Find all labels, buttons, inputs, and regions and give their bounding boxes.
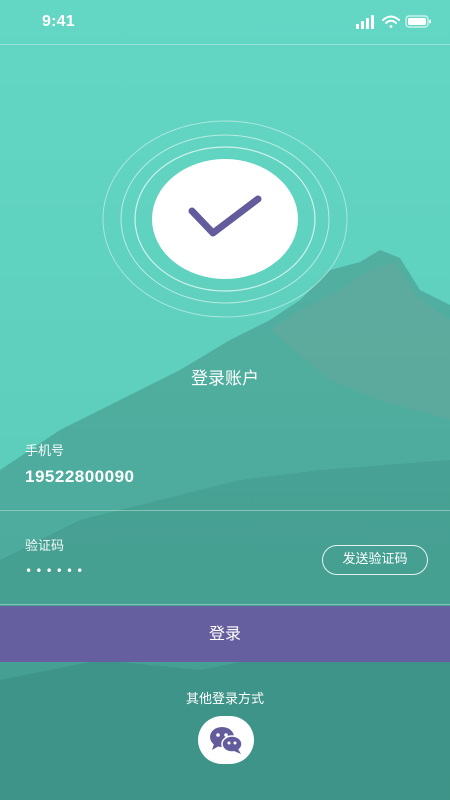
status-bar: 9:41 — [0, 0, 450, 44]
signal-bars-icon — [356, 15, 374, 29]
page-title: 登录账户 — [191, 369, 259, 389]
status-time: 9:41 — [42, 13, 75, 30]
phone-field-divider — [0, 510, 450, 511]
header-divider — [0, 44, 450, 45]
phone-input[interactable]: 19522800090 — [25, 467, 135, 487]
logo — [100, 119, 350, 319]
send-code-button[interactable]: 发送验证码 — [322, 545, 428, 575]
wifi-icon — [382, 15, 400, 28]
wechat-icon — [210, 727, 243, 754]
code-label: 验证码 — [25, 539, 65, 554]
code-field-divider — [0, 604, 450, 605]
code-input[interactable]: •••••• — [25, 564, 86, 578]
login-button[interactable]: 登录 — [0, 606, 450, 662]
phone-label: 手机号 — [25, 444, 65, 459]
other-login-label: 其他登录方式 — [185, 692, 264, 707]
battery-icon — [405, 15, 431, 28]
status-icons — [356, 14, 432, 30]
wechat-login-button[interactable] — [198, 716, 254, 764]
